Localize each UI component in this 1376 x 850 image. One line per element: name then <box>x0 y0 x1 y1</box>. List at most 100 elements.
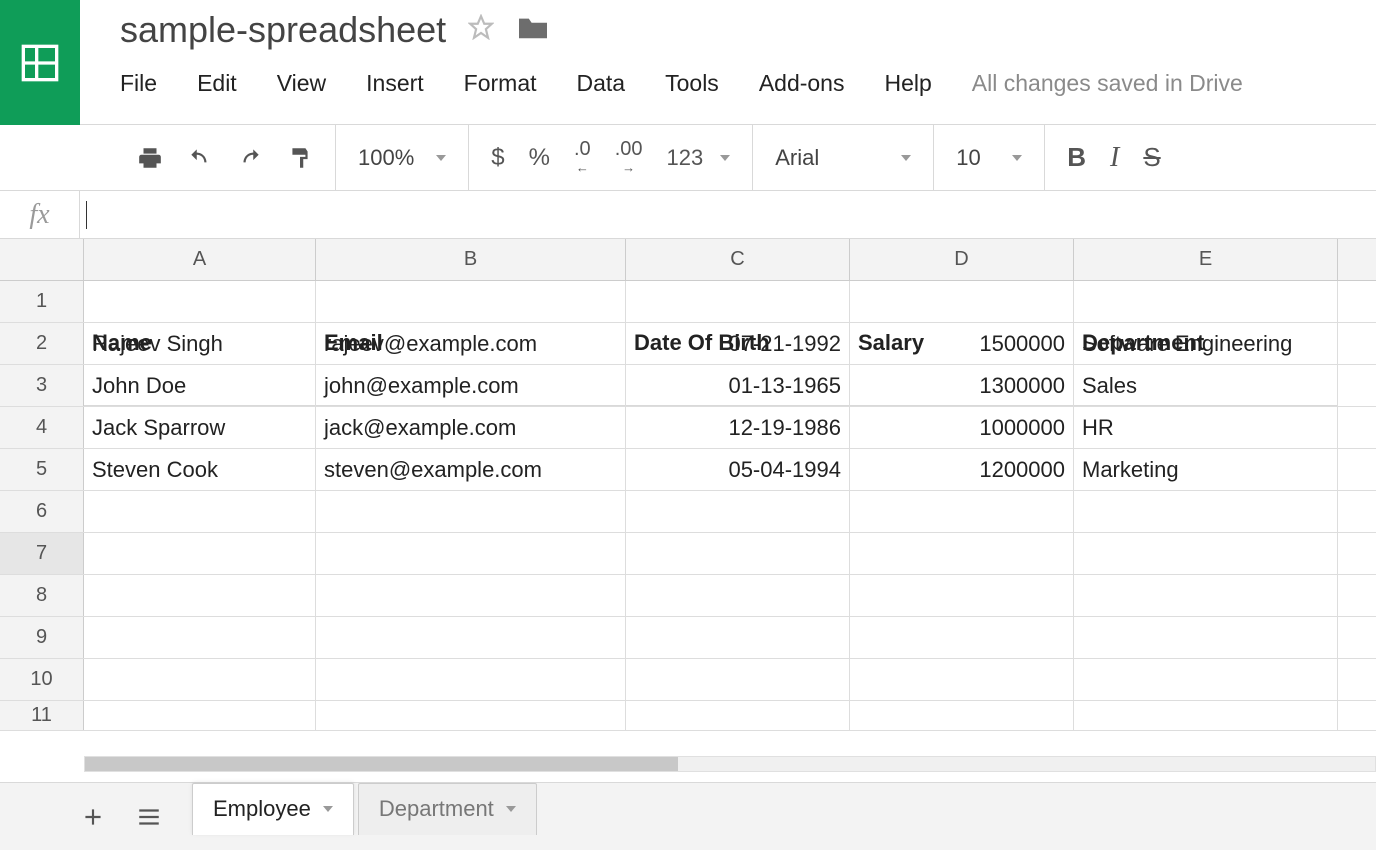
cell-a6[interactable] <box>84 491 316 532</box>
cell-c7[interactable] <box>626 533 850 574</box>
zoom-select[interactable]: 100% <box>358 145 446 171</box>
row-head-11[interactable]: 11 <box>0 701 84 730</box>
cell-a4[interactable]: Jack Sparrow <box>84 407 316 448</box>
cell-e4[interactable]: HR <box>1074 407 1338 448</box>
menu-format[interactable]: Format <box>464 70 537 97</box>
currency-button[interactable]: $ <box>491 144 504 172</box>
cell-d6[interactable] <box>850 491 1074 532</box>
cell-e9[interactable] <box>1074 617 1338 658</box>
font-family-select[interactable]: Arial <box>775 145 911 171</box>
cell-f1[interactable] <box>1338 281 1374 322</box>
cell-e7[interactable] <box>1074 533 1338 574</box>
number-format-select[interactable]: 123 <box>667 145 731 171</box>
menu-tools[interactable]: Tools <box>665 70 719 97</box>
col-head-e[interactable]: E <box>1074 239 1338 280</box>
cell-b7[interactable] <box>316 533 626 574</box>
col-head-c[interactable]: C <box>626 239 850 280</box>
cell-a10[interactable] <box>84 659 316 700</box>
row-head-7[interactable]: 7 <box>0 533 84 574</box>
cell-b6[interactable] <box>316 491 626 532</box>
redo-button[interactable] <box>237 145 263 171</box>
col-head-d[interactable]: D <box>850 239 1074 280</box>
cell-f2[interactable] <box>1338 323 1374 364</box>
row-head-3[interactable]: 3 <box>0 365 84 406</box>
cell-b9[interactable] <box>316 617 626 658</box>
cell-d3[interactable]: 1300000 <box>850 365 1074 406</box>
cell-c5[interactable]: 05-04-1994 <box>626 449 850 490</box>
cell-f6[interactable] <box>1338 491 1374 532</box>
row-head-1[interactable]: 1 <box>0 281 84 322</box>
cell-f7[interactable] <box>1338 533 1374 574</box>
cell-c4[interactable]: 12-19-1986 <box>626 407 850 448</box>
all-sheets-button[interactable] <box>136 804 162 830</box>
cell-a8[interactable] <box>84 575 316 616</box>
cell-a9[interactable] <box>84 617 316 658</box>
font-size-select[interactable]: 10 <box>956 145 1022 171</box>
row-head-2[interactable]: 2 <box>0 323 84 364</box>
menu-data[interactable]: Data <box>577 70 626 97</box>
sheet-tab-department[interactable]: Department <box>358 783 537 835</box>
document-title[interactable]: sample-spreadsheet <box>120 10 446 50</box>
cell-a5[interactable]: Steven Cook <box>84 449 316 490</box>
cell-b5[interactable]: steven@example.com <box>316 449 626 490</box>
bold-button[interactable]: B <box>1067 142 1086 173</box>
folder-icon[interactable] <box>516 13 550 46</box>
menu-addons[interactable]: Add-ons <box>759 70 845 97</box>
undo-button[interactable] <box>187 145 213 171</box>
cell-d11[interactable] <box>850 701 1074 730</box>
cell-a11[interactable] <box>84 701 316 730</box>
menu-insert[interactable]: Insert <box>366 70 424 97</box>
cell-d5[interactable]: 1200000 <box>850 449 1074 490</box>
scrollbar-thumb[interactable] <box>85 757 678 771</box>
row-head-10[interactable]: 10 <box>0 659 84 700</box>
cell-d7[interactable] <box>850 533 1074 574</box>
add-sheet-button[interactable] <box>80 804 106 830</box>
cell-e6[interactable] <box>1074 491 1338 532</box>
horizontal-scrollbar[interactable] <box>84 756 1376 772</box>
row-head-9[interactable]: 9 <box>0 617 84 658</box>
col-head-next[interactable] <box>1338 239 1374 280</box>
cell-d2[interactable]: 1500000 <box>850 323 1074 364</box>
cell-d4[interactable]: 1000000 <box>850 407 1074 448</box>
formula-input[interactable] <box>87 191 1376 238</box>
menu-view[interactable]: View <box>277 70 326 97</box>
star-icon[interactable] <box>468 14 494 45</box>
cell-b11[interactable] <box>316 701 626 730</box>
cell-b10[interactable] <box>316 659 626 700</box>
cell-f10[interactable] <box>1338 659 1374 700</box>
sheet-tab-employee[interactable]: Employee <box>192 783 354 835</box>
cell-f11[interactable] <box>1338 701 1374 730</box>
cell-d9[interactable] <box>850 617 1074 658</box>
cell-e3[interactable]: Sales <box>1074 365 1338 406</box>
cell-c8[interactable] <box>626 575 850 616</box>
increase-decimal-button[interactable]: .00→ <box>615 141 643 173</box>
cell-c11[interactable] <box>626 701 850 730</box>
cell-c2[interactable]: 07-21-1992 <box>626 323 850 364</box>
cell-e8[interactable] <box>1074 575 1338 616</box>
row-head-4[interactable]: 4 <box>0 407 84 448</box>
paint-format-button[interactable] <box>287 145 313 171</box>
sheets-logo[interactable] <box>0 0 80 125</box>
menu-edit[interactable]: Edit <box>197 70 237 97</box>
cell-a2[interactable]: Rajeev Singh <box>84 323 316 364</box>
cell-e11[interactable] <box>1074 701 1338 730</box>
cell-f4[interactable] <box>1338 407 1374 448</box>
decrease-decimal-button[interactable]: .0← <box>574 141 591 173</box>
cell-e2[interactable]: Software Engineering <box>1074 323 1338 364</box>
col-head-a[interactable]: A <box>84 239 316 280</box>
cell-c3[interactable]: 01-13-1965 <box>626 365 850 406</box>
row-head-8[interactable]: 8 <box>0 575 84 616</box>
cell-a3[interactable]: John Doe <box>84 365 316 406</box>
cell-f5[interactable] <box>1338 449 1374 490</box>
cell-d10[interactable] <box>850 659 1074 700</box>
cell-c6[interactable] <box>626 491 850 532</box>
print-button[interactable] <box>137 145 163 171</box>
cell-d8[interactable] <box>850 575 1074 616</box>
row-head-5[interactable]: 5 <box>0 449 84 490</box>
cell-a7[interactable] <box>84 533 316 574</box>
cell-c10[interactable] <box>626 659 850 700</box>
italic-button[interactable]: I <box>1110 142 1119 174</box>
cell-b3[interactable]: john@example.com <box>316 365 626 406</box>
percent-button[interactable]: % <box>529 144 550 172</box>
cell-f9[interactable] <box>1338 617 1374 658</box>
